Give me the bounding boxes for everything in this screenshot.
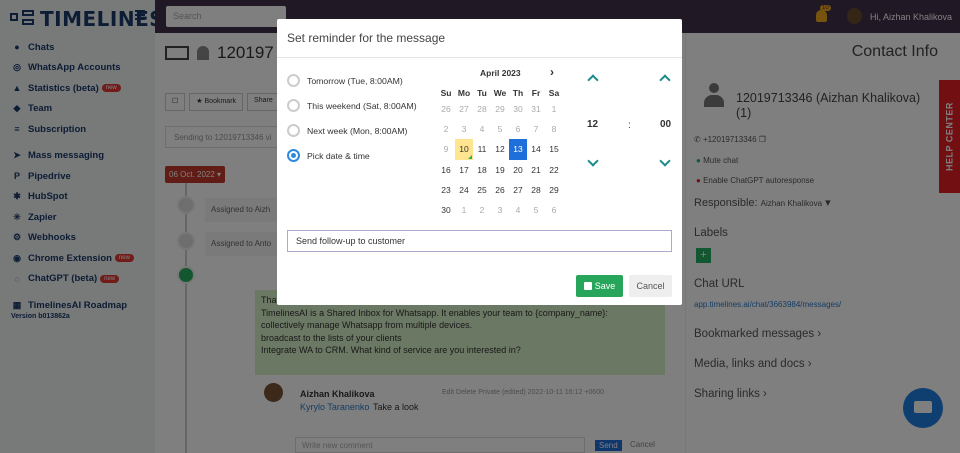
calendar-day[interactable]: 15	[545, 139, 563, 159]
calendar-day[interactable]: 30	[437, 200, 455, 220]
calendar-day[interactable]: 5	[491, 119, 509, 139]
weekday-label: Th	[512, 87, 524, 98]
calendar-day[interactable]: 21	[527, 160, 545, 180]
reminder-options: Tomorrow (Tue, 8:00AM) This weekend (Sat…	[287, 68, 417, 168]
calendar-day[interactable]: 24	[455, 180, 473, 200]
hour-value[interactable]: 12	[587, 119, 598, 130]
calendar-grid: Su Mo Tu We Th Fr Sa 26 27 28 29 30 31 1 2 3 4 5 6 7 8 9 10 11…	[437, 86, 563, 220]
save-label: Save	[594, 281, 616, 291]
calendar-day[interactable]: 12	[491, 139, 509, 159]
calendar-day[interactable]: 20	[509, 160, 527, 180]
calendar-day[interactable]: 27	[455, 99, 473, 119]
calendar-day[interactable]: 5	[527, 200, 545, 220]
hour-down-icon[interactable]	[587, 155, 599, 167]
calendar-day[interactable]: 6	[509, 119, 527, 139]
calendar-day[interactable]: 6	[545, 200, 563, 220]
time-separator: :	[628, 120, 631, 131]
cancel-button[interactable]: Cancel	[629, 275, 672, 297]
modal-divider	[277, 57, 682, 58]
calendar-day[interactable]: 27	[509, 180, 527, 200]
calendar-day[interactable]: 28	[473, 99, 491, 119]
save-icon	[583, 282, 592, 290]
calendar-week: 23 24 25 26 27 28 29	[437, 180, 563, 200]
calendar-day[interactable]: 3	[455, 119, 473, 139]
calendar-day[interactable]: 19	[491, 160, 509, 180]
minute-up-icon[interactable]	[659, 74, 671, 86]
weekday-label: Tu	[477, 87, 487, 98]
weekday-label: Su	[440, 87, 452, 98]
calendar-day[interactable]: 14	[527, 139, 545, 159]
calendar-day[interactable]: 1	[455, 200, 473, 220]
calendar-day[interactable]: 18	[473, 160, 491, 180]
calendar-day[interactable]: 26	[437, 99, 455, 119]
radio-button[interactable]	[287, 99, 300, 112]
option-label: Next week (Mon, 8:00AM)	[307, 125, 408, 136]
calendar-day[interactable]: 4	[473, 119, 491, 139]
calendar-week: 26 27 28 29 30 31 1	[437, 99, 563, 119]
calendar-week: 9 10 11 12 13 14 15	[437, 139, 563, 160]
calendar-day[interactable]: 3	[491, 200, 509, 220]
calendar-day[interactable]: 26	[491, 180, 509, 200]
option-label: This weekend (Sat, 8:00AM)	[307, 100, 417, 111]
radio-button[interactable]	[287, 124, 300, 137]
calendar-week: 16 17 18 19 20 21 22	[437, 160, 563, 180]
calendar-day[interactable]: 29	[491, 99, 509, 119]
calendar-month: April 2023	[480, 68, 521, 78]
calendar-day[interactable]: 11	[473, 139, 491, 159]
modal-title: Set reminder for the message	[287, 31, 446, 45]
calendar-day[interactable]: 2	[473, 200, 491, 220]
calendar-day[interactable]: 7	[527, 119, 545, 139]
date-picker: April 2023 › Su Mo Tu We Th Fr Sa 26 27 28 29 30 31…	[437, 66, 565, 220]
calendar-day[interactable]: 30	[509, 99, 527, 119]
calendar-day[interactable]: 16	[437, 160, 455, 180]
calendar-day[interactable]: 1	[545, 99, 563, 119]
weekday-label: We	[493, 87, 507, 98]
radio-button[interactable]	[287, 149, 300, 162]
calendar-day[interactable]: 22	[545, 160, 563, 180]
calendar-week: 2345678	[437, 119, 563, 139]
option-pick-date-time[interactable]: Pick date & time	[287, 143, 417, 168]
option-label: Pick date & time	[307, 150, 370, 161]
hour-up-icon[interactable]	[587, 74, 599, 86]
calendar-header: April 2023 ›	[437, 66, 565, 80]
calendar-day[interactable]: 9	[437, 139, 455, 159]
calendar-day-today[interactable]: 10	[455, 139, 473, 160]
minute-value[interactable]: 00	[660, 119, 671, 130]
calendar-day[interactable]: 2	[437, 119, 455, 139]
calendar-week: 30 1 2 3 4 5 6	[437, 200, 563, 220]
calendar-day[interactable]: 23	[437, 180, 455, 200]
option-label: Tomorrow (Tue, 8:00AM)	[307, 75, 403, 86]
calendar-day[interactable]: 4	[509, 200, 527, 220]
calendar-day-selected[interactable]: 13	[509, 139, 527, 160]
calendar-day[interactable]: 31	[527, 99, 545, 119]
calendar-day[interactable]: 8	[545, 119, 563, 139]
reminder-message-input[interactable]: Send follow-up to customer	[287, 230, 672, 252]
chevron-right-icon[interactable]: ›	[550, 66, 560, 78]
weekday-label: Sa	[548, 87, 560, 98]
calendar-day[interactable]: 25	[473, 180, 491, 200]
calendar-day[interactable]: 17	[455, 160, 473, 180]
option-this-weekend[interactable]: This weekend (Sat, 8:00AM)	[287, 93, 417, 118]
reminder-modal: Set reminder for the message Tomorrow (T…	[277, 19, 682, 305]
option-next-week[interactable]: Next week (Mon, 8:00AM)	[287, 118, 417, 143]
minute-down-icon[interactable]	[659, 155, 671, 167]
calendar-day[interactable]: 29	[545, 180, 563, 200]
weekday-label: Mo	[457, 87, 471, 98]
calendar-day[interactable]: 28	[527, 180, 545, 200]
radio-button[interactable]	[287, 74, 300, 87]
option-tomorrow[interactable]: Tomorrow (Tue, 8:00AM)	[287, 68, 417, 93]
save-button[interactable]: Save	[576, 275, 623, 297]
weekday-label: Fr	[531, 87, 541, 98]
